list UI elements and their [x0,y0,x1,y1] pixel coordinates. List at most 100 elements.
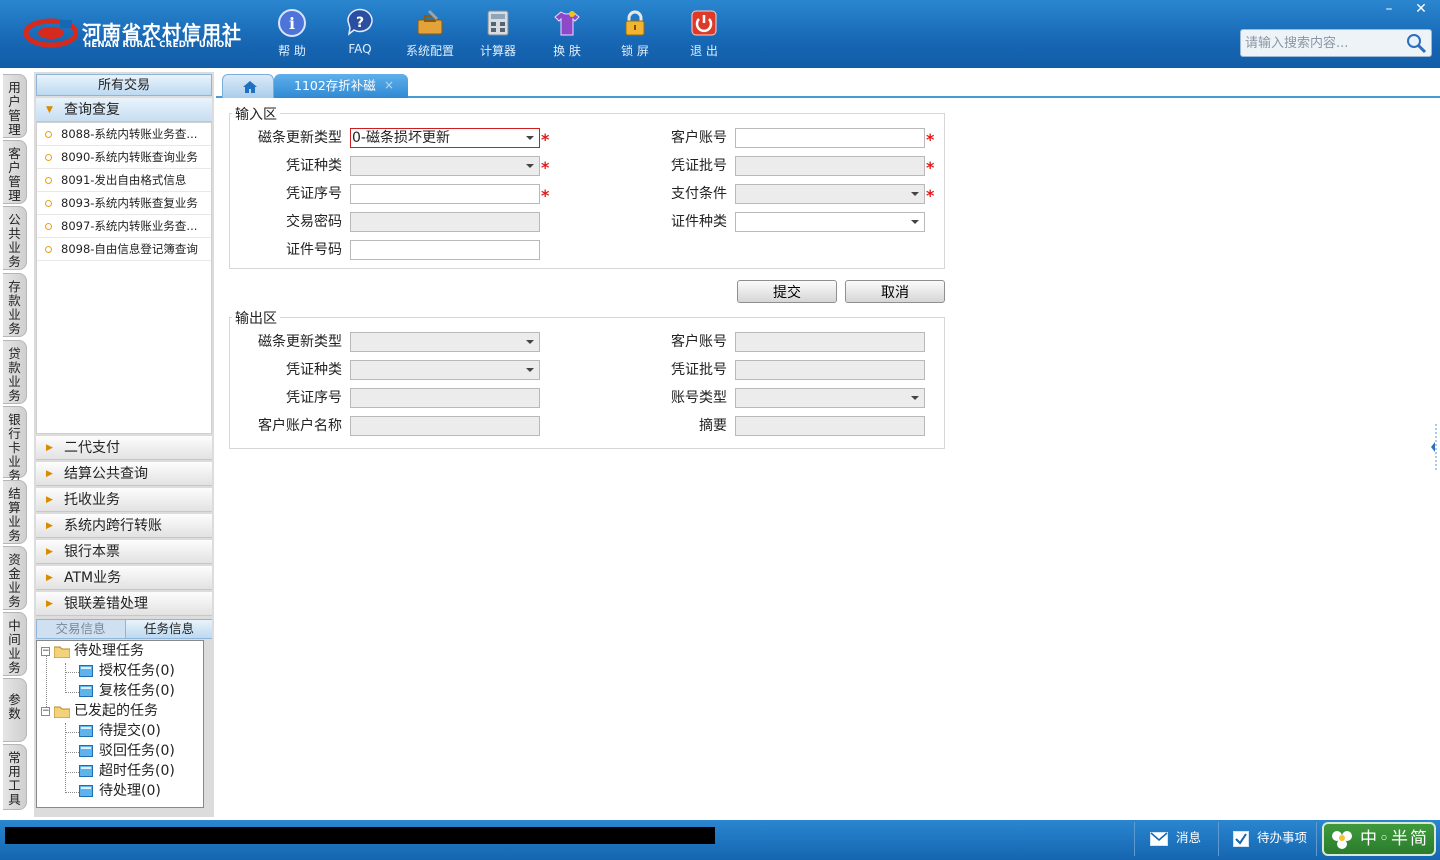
sidebar-item-8097[interactable]: 8097-系统内转账业务查... [37,215,211,238]
out-voucher-batch-label: 凭证批号 [671,362,727,378]
voucher-type-select[interactable] [350,156,540,176]
search-icon[interactable] [1405,32,1427,54]
chevron-right-icon: ▶ [46,443,53,453]
out-account-name-field[interactable] [350,416,540,436]
collapse-panel-handle-icon[interactable] [1428,424,1438,470]
exit-button[interactable]: 退 出 [674,8,734,60]
required-marker: * [926,186,935,205]
tree-node-timeout[interactable]: 超时任务(0) [79,761,175,781]
dropdown-arrow-icon [911,220,919,224]
voucher-batch-input[interactable] [735,156,925,176]
out-voucher-serial-field[interactable] [350,388,540,408]
customer-account-input[interactable] [735,128,925,148]
calculator-button[interactable]: 计算器 [468,8,528,60]
folder-open-icon [54,646,70,658]
vtab-common-tools[interactable]: 常用工具 [3,744,27,810]
tree-node-rejected[interactable]: 驳回任务(0) [79,741,175,761]
sidebar-group-collection[interactable]: ▶ 托收业务 [36,488,212,512]
sidebar-group-cashier-cheque[interactable]: ▶ 银行本票 [36,540,212,564]
sidebar-item-8093[interactable]: 8093-系统内转账查复业务 [37,192,211,215]
out-voucher-batch-field[interactable] [735,360,925,380]
sidebar-group-inter-bank-transfer[interactable]: ▶ 系统内跨行转账 [36,514,212,538]
vtab-loan-business[interactable]: 贷款业务 [3,340,27,404]
sidebar-item-8098[interactable]: 8098-自由信息登记簿查询 [37,238,211,261]
vtab-parameters[interactable]: 参数 [3,678,27,742]
task-tabs: 交易信息 任务信息 [36,619,212,639]
tree-node-pending-tasks[interactable]: − 待处理任务 [41,641,144,661]
close-window-button[interactable]: ✕ [1406,0,1436,20]
id-type-select[interactable] [735,212,925,232]
out-voucher-type-label: 凭证种类 [286,362,342,378]
minimize-button[interactable]: – [1374,0,1404,20]
id-number-input[interactable] [350,240,540,260]
tab-home[interactable] [222,74,274,98]
system-config-button[interactable]: 系统配置 [400,8,460,60]
todo-button[interactable]: 待办事项 [1233,828,1307,848]
vtab-user-management[interactable]: 用户管理 [3,74,27,138]
vtab-deposit-business[interactable]: 存款业务 [3,273,27,337]
out-customer-account-field[interactable] [735,332,925,352]
sidebar-group-settlement-query[interactable]: ▶ 结算公共查询 [36,462,212,486]
transaction-password-input[interactable] [350,212,540,232]
tree-node-to-process[interactable]: 待处理(0) [79,781,161,801]
vtab-bank-card-business[interactable]: 银行卡业务 [3,406,27,483]
dropdown-arrow-icon [526,368,534,372]
tab-task-info[interactable]: 任务信息 [125,620,212,638]
collapse-icon[interactable]: − [41,646,50,656]
vtab-customer-management[interactable]: 客户管理 [3,140,27,204]
required-marker: * [541,130,550,149]
tree-node-initiated-tasks[interactable]: − 已发起的任务 [41,701,158,721]
change-skin-button[interactable]: 换 肤 [537,8,597,60]
out-summary-field[interactable] [735,416,925,436]
vtab-intermediary-business[interactable]: 中间业务 [3,612,27,676]
dropdown-arrow-icon [526,340,534,344]
tab-1102-passbook-remagnetize[interactable]: 1102存折补磁 × [274,74,408,98]
required-marker: * [541,158,550,177]
vtab-settlement-business[interactable]: 结算业务 [3,480,27,544]
tree-label: 复核任务(0) [99,683,175,699]
magstripe-type-select[interactable]: 0-磁条损坏更新 [350,128,540,148]
task-node-icon [79,725,93,737]
lock-screen-button[interactable]: 锁 屏 [605,8,665,60]
sidebar-group-query-reply[interactable]: ▼ 查询查复 [36,98,212,122]
out-voucher-type-select[interactable] [350,360,540,380]
list-item-label: 8088-系统内转账业务查... [61,127,198,141]
sidebar-group-unionpay-errors[interactable]: ▶ 银联差错处理 [36,592,212,616]
cancel-button[interactable]: 取消 [845,280,945,303]
vtab-public-business[interactable]: 公共业务 [3,206,27,270]
voucher-serial-input[interactable] [350,184,540,204]
out-account-type-select[interactable] [735,388,925,408]
messages-button[interactable]: 消息 [1150,828,1201,848]
required-marker: * [926,158,935,177]
sidebar-item-8091[interactable]: 8091-发出自由格式信息 [37,169,211,192]
vtab-label: 参数 [8,692,21,721]
out-magstripe-type-select[interactable] [350,332,540,352]
status-message-area [5,827,715,844]
tree-label: 超时任务(0) [99,763,175,779]
help-button[interactable]: i 帮 助 [262,8,322,60]
task-node-icon [79,765,93,777]
sidebar-group-label: 系统内跨行转账 [64,518,162,534]
vertical-module-tabs: 用户管理 客户管理 公共业务 存款业务 贷款业务 银行卡业务 结算业务 资金业务… [0,68,33,820]
payment-condition-select[interactable] [735,184,925,204]
sidebar-item-8090[interactable]: 8090-系统内转账查询业务 [37,146,211,169]
close-icon[interactable]: × [384,74,394,97]
tab-transaction-info[interactable]: 交易信息 [37,620,124,638]
home-icon [243,81,257,93]
help-icon: i [278,9,306,37]
collapse-icon[interactable]: − [41,706,50,716]
sidebar-group-atm[interactable]: ▶ ATM业务 [36,566,212,590]
search-input[interactable] [1245,32,1405,54]
tree-node-authorize-tasks[interactable]: 授权任务(0) [79,661,175,681]
tree-node-to-submit[interactable]: 待提交(0) [79,721,161,741]
chevron-right-icon: ▶ [46,521,53,531]
tree-node-review-tasks[interactable]: 复核任务(0) [79,681,175,701]
chevron-right-icon: ▶ [46,599,53,609]
ime-status-indicator[interactable]: 中◦半简 [1322,822,1436,856]
sidebar-group-2nd-gen-payment[interactable]: ▶ 二代支付 [36,436,212,460]
transaction-sidebar: 所有交易 ▼ 查询查复 8088-系统内转账业务查... 8090-系统内转账查… [34,72,214,817]
vtab-funds-business[interactable]: 资金业务 [3,546,27,610]
faq-button[interactable]: ? FAQ [330,8,390,60]
sidebar-item-8088[interactable]: 8088-系统内转账业务查... [37,123,211,146]
submit-button[interactable]: 提交 [737,280,837,303]
